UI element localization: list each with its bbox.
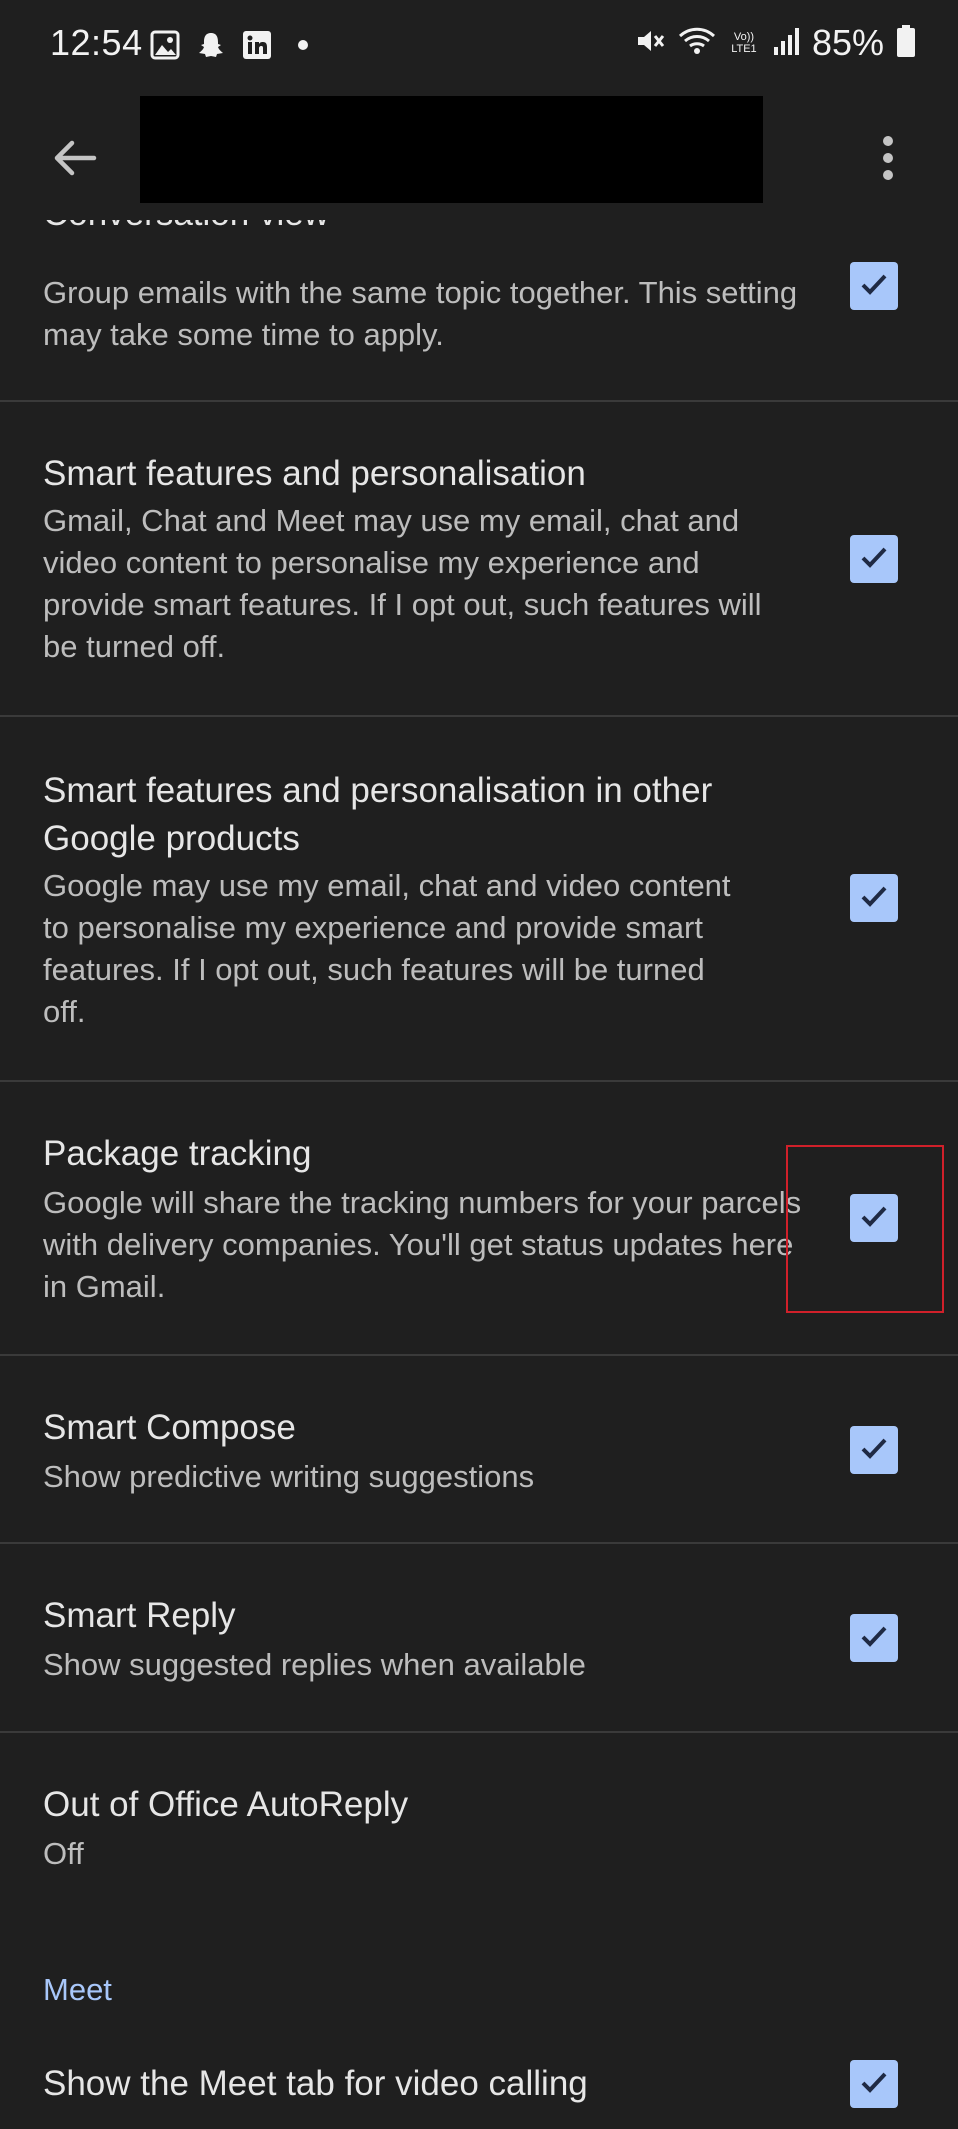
status-bar: 12:54 Vo)) LTE1 85% bbox=[0, 0, 958, 90]
setting-title: Smart Reply bbox=[43, 1596, 236, 1635]
volte-label: Vo)) LTE1 bbox=[731, 31, 757, 55]
check-icon bbox=[858, 541, 890, 578]
setting-description: Google will share the tracking numbers f… bbox=[43, 1185, 802, 1304]
volte-icon: Vo)) LTE1 bbox=[728, 31, 760, 55]
battery-percent: 85% bbox=[811, 22, 884, 63]
setting-description: Off bbox=[43, 1836, 84, 1871]
redacted-title bbox=[140, 96, 763, 203]
setting-title: Package tracking bbox=[43, 1134, 312, 1173]
linkedin-icon bbox=[240, 28, 274, 62]
dot-icon bbox=[286, 28, 320, 62]
setting-checkbox[interactable] bbox=[850, 2060, 898, 2108]
setting-row-out-of-office[interactable]: Out of Office AutoReply Off bbox=[0, 1733, 958, 1923]
check-icon bbox=[858, 880, 890, 917]
highlight-box bbox=[786, 1145, 944, 1313]
snapchat-icon bbox=[194, 28, 228, 62]
wifi-icon bbox=[678, 25, 716, 62]
status-time: 12:54 bbox=[50, 22, 143, 63]
back-button[interactable] bbox=[40, 125, 110, 195]
setting-row-smart-reply[interactable]: Smart Reply Show suggested replies when … bbox=[0, 1544, 958, 1733]
screen: 12:54 Vo)) LTE1 85% Group emails with th… bbox=[0, 0, 958, 2129]
setting-checkbox[interactable] bbox=[850, 874, 898, 922]
setting-checkbox[interactable] bbox=[850, 1426, 898, 1474]
setting-description: Google may use my email, chat and video … bbox=[43, 868, 731, 1029]
setting-row-smart-compose[interactable]: Smart Compose Show predictive writing su… bbox=[0, 1356, 958, 1544]
gallery-icon bbox=[148, 28, 182, 62]
setting-row-smart-features-other-products[interactable]: Smart features and personalisation in ot… bbox=[0, 717, 958, 1082]
setting-checkbox[interactable] bbox=[850, 1614, 898, 1662]
status-right-icons: Vo)) LTE1 85% bbox=[634, 22, 916, 64]
setting-title: Smart Compose bbox=[43, 1408, 296, 1447]
setting-description: Gmail, Chat and Meet may use my email, c… bbox=[43, 503, 762, 664]
setting-checkbox[interactable] bbox=[850, 262, 898, 310]
setting-row-smart-features[interactable]: Smart features and personalisation Gmail… bbox=[0, 402, 958, 717]
signal-icon bbox=[772, 25, 800, 62]
check-icon bbox=[858, 1432, 890, 1469]
setting-checkbox[interactable] bbox=[850, 535, 898, 583]
more-vert-icon bbox=[881, 133, 895, 188]
setting-title: Conversation view bbox=[43, 220, 793, 238]
check-icon bbox=[858, 1620, 890, 1657]
setting-row-conversation-view[interactable]: Conversation view Group emails with the … bbox=[0, 220, 958, 402]
setting-description: Group emails with the same topic togethe… bbox=[43, 275, 798, 352]
setting-title: Out of Office AutoReply bbox=[43, 1785, 409, 1824]
more-options-button[interactable] bbox=[858, 125, 918, 195]
battery-icon bbox=[896, 24, 916, 63]
app-bar bbox=[0, 90, 958, 220]
setting-description: Show suggested replies when available bbox=[43, 1647, 586, 1682]
arrow-left-icon bbox=[50, 133, 100, 188]
setting-title: Smart features and personalisation bbox=[43, 454, 586, 493]
section-header-meet: Meet bbox=[43, 1972, 112, 2007]
check-icon bbox=[858, 2066, 890, 2103]
check-icon bbox=[858, 268, 890, 305]
setting-title: Smart features and personalisation in ot… bbox=[43, 771, 713, 858]
mute-icon bbox=[634, 25, 666, 62]
setting-description: Show predictive writing suggestions bbox=[43, 1459, 535, 1494]
setting-title: Show the Meet tab for video calling bbox=[43, 2064, 588, 2103]
setting-row-meet-tab[interactable]: Show the Meet tab for video calling bbox=[0, 2050, 958, 2129]
status-left-icons bbox=[148, 28, 320, 62]
